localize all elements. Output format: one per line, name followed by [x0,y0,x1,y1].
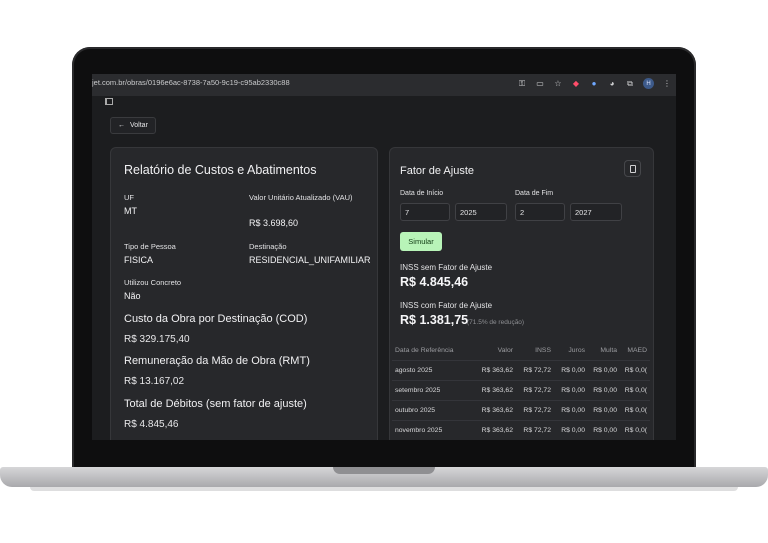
report-card: Relatório de Custos e Abatimentos UF MT … [110,147,378,440]
parcelas-table: Data de Referência Valor INSS Juros Mult… [392,341,650,440]
fator-title: Fator de Ajuste [400,165,474,177]
fim-mes-input[interactable]: 2 [515,203,565,221]
cell: R$ 0,00 [588,359,620,380]
col-multa: Multa [600,346,617,354]
cell: R$ 363,62 [478,359,516,380]
col-maed: MAED [627,346,647,354]
inicio-ano-input[interactable]: 2025 [455,203,507,221]
profile-avatar[interactable]: H [643,78,654,89]
address-bar[interactable]: jet.com.br/obras/0196e6ac-8738-7a50-9c19… [92,78,290,87]
concreto-label: Utilizou Concreto [124,278,182,287]
laptop-mockup: jet.com.br/obras/0196e6ac-8738-7a50-9c19… [0,0,768,543]
cell: R$ 0,00 [588,419,620,440]
simular-button[interactable]: Simular [400,232,442,251]
rmt-title: Remuneração da Mão de Obra (RMT) [124,355,310,367]
cell: R$ 363,62 [478,419,516,440]
table-header-row: Data de Referência Valor INSS Juros Mult… [392,341,650,360]
cell: R$ 0,0( [620,399,650,420]
cell: R$ 0,00 [588,379,620,400]
cell: R$ 72,72 [516,359,554,380]
key-icon[interactable]: ⚿ [517,79,527,89]
extension-blue-icon[interactable]: ● [589,79,599,89]
sidebar-toggle-icon[interactable] [105,98,113,105]
uf-label: UF [124,193,134,202]
fim-ano-input[interactable]: 2027 [570,203,622,221]
back-button[interactable]: ← Voltar [110,117,156,134]
uf-value: MT [124,206,137,216]
laptop-notch [333,467,435,474]
export-button[interactable] [624,160,641,177]
destinacao-value: RESIDENCIAL_UNIFAMILIAR [249,255,371,265]
inss-com-label: INSS com Fator de Ajuste [400,301,493,310]
debitos-value: R$ 4.845,46 [124,419,179,430]
cell: R$ 0,00 [588,399,620,420]
toolbar-icons: ⚿ ▭ ☆ ◆ ● ◕ ⧉ H ⋮ [517,78,672,89]
debitos-title: Total de Débitos (sem fator de ajuste) [124,398,307,410]
cell: R$ 72,72 [516,399,554,420]
cell: R$ 72,72 [516,419,554,440]
inicio-mes-input[interactable]: 7 [400,203,450,221]
cell: R$ 363,62 [478,379,516,400]
inss-com-value: R$ 1.381,75 [400,313,469,327]
cell: R$ 0,00 [554,379,588,400]
more-menu-icon[interactable]: ⋮ [662,79,672,89]
cell: setembro 2025 [392,379,478,400]
cell: agosto 2025 [392,359,478,380]
cell: R$ 0,0( [620,379,650,400]
puzzle-icon[interactable]: ⧉ [625,79,635,89]
cell: R$ 363,62 [478,399,516,420]
cod-value: R$ 329.175,40 [124,334,190,345]
fim-label: Data de Fim [515,190,554,197]
vau-value: R$ 3.698,60 [249,218,299,228]
arrow-left-icon: ← [118,122,125,129]
laptop-screen: jet.com.br/obras/0196e6ac-8738-7a50-9c19… [92,74,676,440]
extension-red-icon[interactable]: ◆ [571,79,581,89]
tipo-pessoa-value: FISICA [124,255,154,265]
fator-card: Fator de Ajuste Data de Início Data de F… [389,147,654,440]
cast-icon[interactable]: ▭ [535,79,545,89]
table-row: outubro 2025 R$ 363,62 R$ 72,72 R$ 0,00 … [392,399,650,420]
col-inss: INSS [535,346,551,354]
destinacao-label: Destinação [249,242,287,251]
rmt-value: R$ 13.167,02 [124,376,185,387]
table-row: novembro 2025 R$ 363,62 R$ 72,72 R$ 0,00… [392,419,650,440]
inicio-label: Data de Início [400,190,444,197]
tipo-pessoa-label: Tipo de Pessoa [124,242,176,251]
col-valor: Valor [497,346,513,354]
reducao-note: (71.5% de redução) [467,319,525,326]
col-data: Data de Referência [395,346,454,354]
col-juros: Juros [568,346,585,354]
star-icon[interactable]: ☆ [553,79,563,89]
inss-sem-label: INSS sem Fator de Ajuste [400,263,493,272]
table-row: agosto 2025 R$ 363,62 R$ 72,72 R$ 0,00 R… [392,359,650,380]
cell: R$ 72,72 [516,379,554,400]
cell: R$ 0,00 [554,399,588,420]
cod-title: Custo da Obra por Destinação (COD) [124,313,308,325]
laptop-shadow [30,487,738,491]
cell: novembro 2025 [392,419,478,440]
inss-sem-value: R$ 4.845,46 [400,275,469,289]
cell: R$ 0,0( [620,359,650,380]
app-page: ← Voltar Relatório de Custos e Abatiment… [92,96,676,440]
document-icon [629,164,636,173]
concreto-value: Não [124,291,141,301]
browser-toolbar: jet.com.br/obras/0196e6ac-8738-7a50-9c19… [92,74,676,96]
table-row: setembro 2025 R$ 363,62 R$ 72,72 R$ 0,00… [392,379,650,400]
vau-label: Valor Unitário Atualizado (VAU) [249,193,353,202]
back-button-label: Voltar [130,122,148,129]
cell: R$ 0,00 [554,419,588,440]
cell: outubro 2025 [392,399,478,420]
cell: R$ 0,00 [554,359,588,380]
palette-icon[interactable]: ◕ [607,79,617,89]
cell: R$ 0,0( [620,419,650,440]
report-title: Relatório de Custos e Abatimentos [124,163,317,177]
